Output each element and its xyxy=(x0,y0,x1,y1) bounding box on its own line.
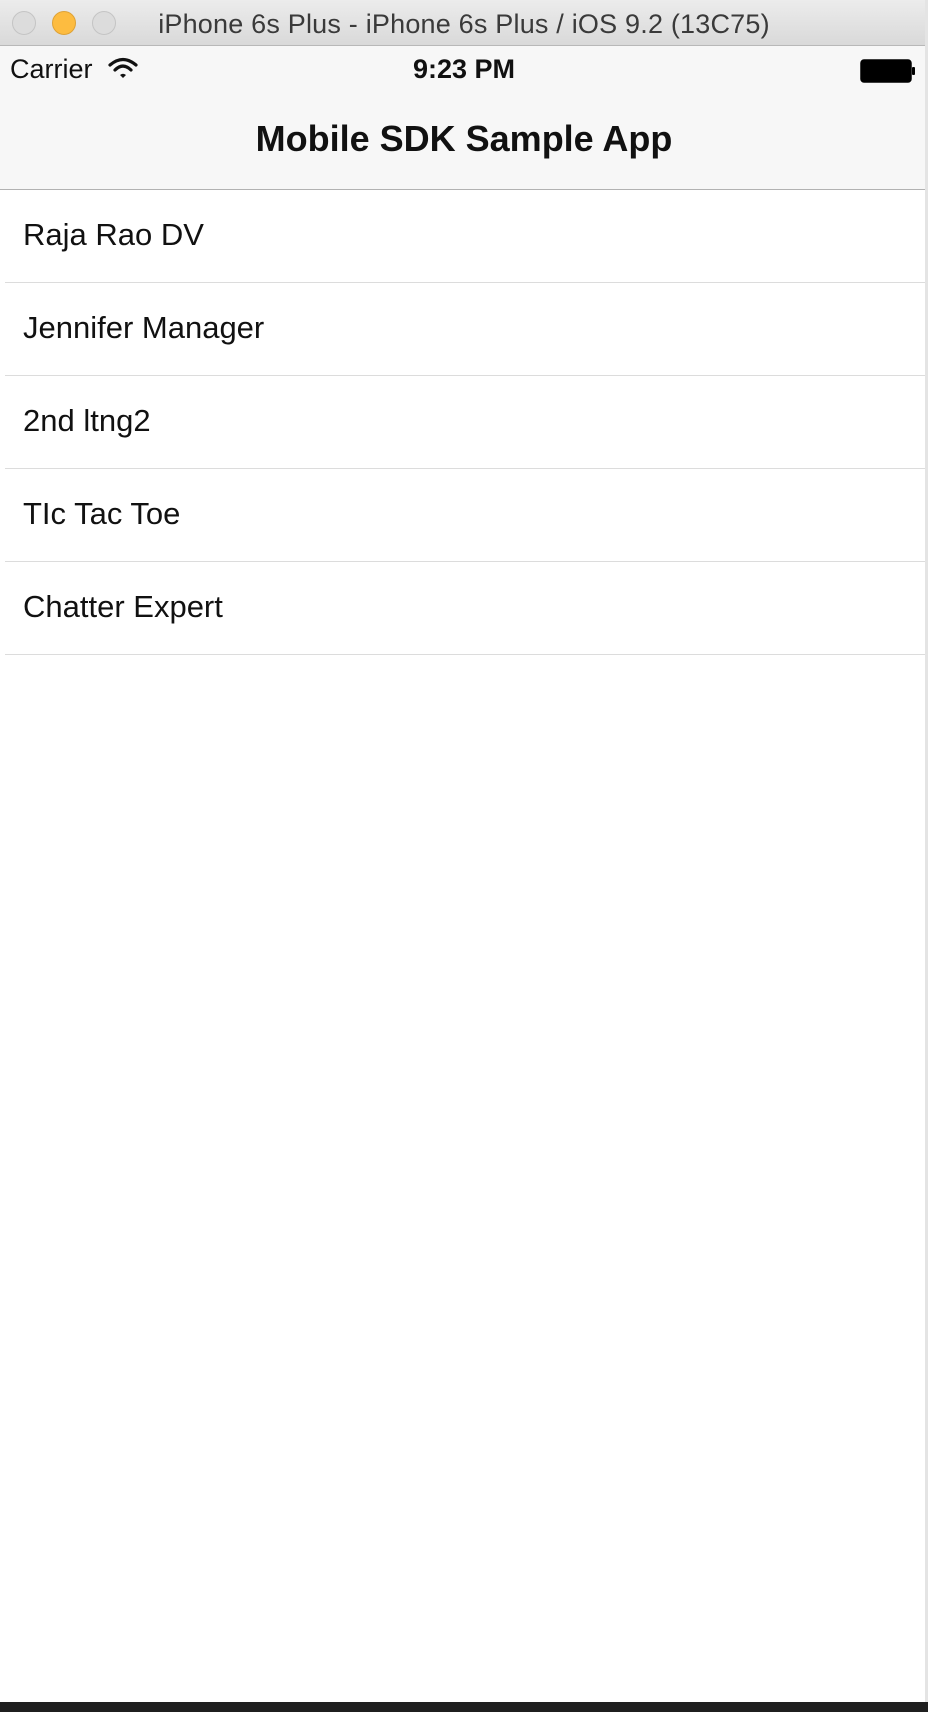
list-item-label: 2nd ltng2 xyxy=(23,403,151,438)
account-list: Raja Rao DV Jennifer Manager 2nd ltng2 T… xyxy=(0,190,928,655)
simulator-window: iPhone 6s Plus - iPhone 6s Plus / iOS 9.… xyxy=(0,0,928,1712)
list-item-label: Jennifer Manager xyxy=(23,310,265,345)
list-item[interactable]: Chatter Expert xyxy=(5,562,928,655)
list-item[interactable]: Jennifer Manager xyxy=(5,283,928,376)
status-bar-time: 9:23 PM xyxy=(412,54,516,84)
navigation-bar: Carrier 9:23 PM Mobile SDK Sample App xyxy=(0,46,928,190)
list-item[interactable]: TIc Tac Toe xyxy=(5,469,928,562)
list-item[interactable]: Raja Rao DV xyxy=(5,190,928,283)
window-title-bar[interactable]: iPhone 6s Plus - iPhone 6s Plus / iOS 9.… xyxy=(0,0,928,46)
list-item-label: TIc Tac Toe xyxy=(23,496,181,531)
page-title: Mobile SDK Sample App xyxy=(255,118,673,159)
list-item[interactable]: 2nd ltng2 xyxy=(5,376,928,469)
list-item-label: Raja Rao DV xyxy=(23,217,204,252)
window-title: iPhone 6s Plus - iPhone 6s Plus / iOS 9.… xyxy=(158,9,770,39)
window-bottom-edge xyxy=(0,1702,928,1712)
list-item-label: Chatter Expert xyxy=(23,589,223,624)
battery-icon xyxy=(860,59,915,83)
